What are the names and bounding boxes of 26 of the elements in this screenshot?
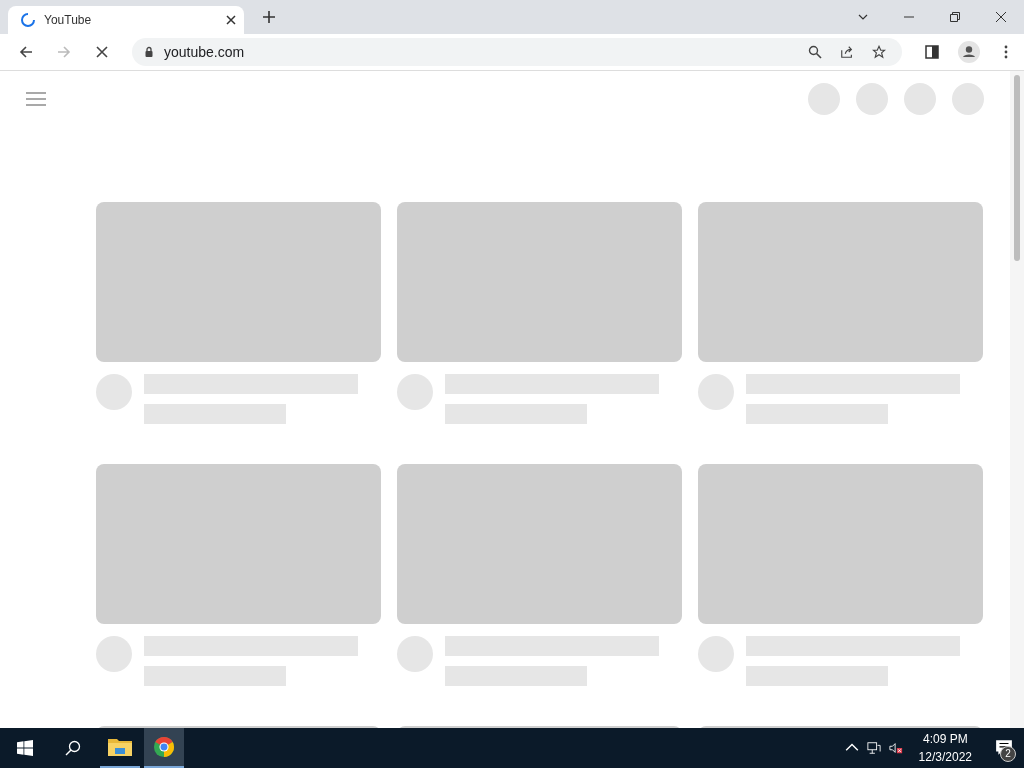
placeholder-circle [904, 83, 936, 115]
new-tab-icon[interactable] [262, 10, 276, 24]
close-icon[interactable] [995, 11, 1007, 23]
clock[interactable]: 4:09 PM 12/3/2022 [906, 732, 984, 764]
avatar-placeholder [397, 636, 433, 672]
scrollbar[interactable] [1010, 71, 1024, 728]
chrome-icon [152, 736, 176, 758]
restore-icon[interactable] [949, 11, 961, 23]
address-bar[interactable]: youtube.com [132, 38, 902, 66]
avatar-placeholder [698, 636, 734, 672]
profile-icon[interactable] [956, 41, 982, 63]
avatar-placeholder [96, 636, 132, 672]
browser-app-button[interactable] [144, 728, 184, 768]
placeholder-circle [856, 83, 888, 115]
notifications-button[interactable]: 2 [984, 728, 1024, 768]
loading-spinner-icon [20, 12, 36, 28]
notification-count: 2 [1000, 746, 1016, 762]
lock-icon [144, 46, 154, 58]
avatar-placeholder [397, 374, 433, 410]
avatar-placeholder [96, 374, 132, 410]
browser-tab[interactable]: YouTube [8, 6, 244, 34]
placeholder-circle [808, 83, 840, 115]
close-tab-icon[interactable] [226, 15, 236, 25]
folder-icon [108, 736, 132, 758]
avatar-placeholder [698, 374, 734, 410]
placeholder-circle [952, 83, 984, 115]
